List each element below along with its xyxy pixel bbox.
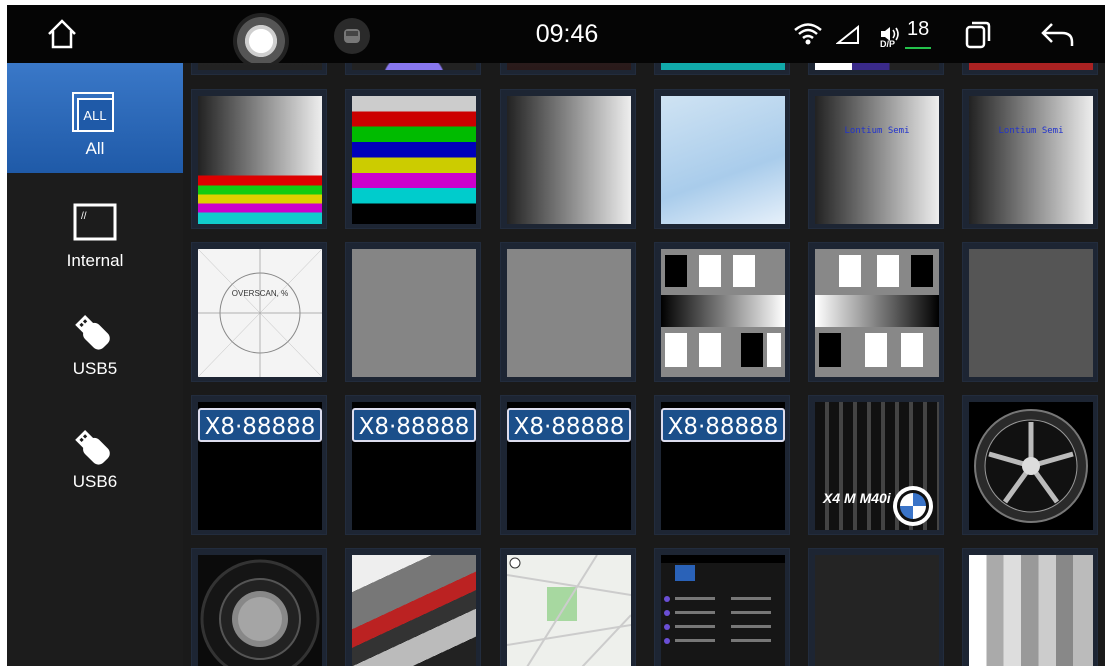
usb-drive-icon [75,315,110,350]
license-plate-image: X8·88888 [661,402,785,530]
clock: 09:46 [535,20,599,48]
dark-pattern-image [815,555,939,666]
image-thumbnail[interactable]: X8·88888 [191,395,327,535]
all-icon: ALL [72,92,114,132]
volume-value: 18 [907,18,930,40]
gray-stripes-image [969,555,1093,666]
image-thumbnail[interactable] [191,89,327,229]
image-thumbnail[interactable] [345,89,481,229]
sidebar-item-label: USB5 [72,359,118,378]
image-thumbnail[interactable] [345,242,481,382]
sidebar-item-label: All [85,139,105,158]
image-thumbnail[interactable] [654,89,790,229]
lontium-pattern-image: Lontium Semi [969,96,1093,224]
gray-image [507,249,631,377]
recent-apps-icon[interactable] [965,21,991,49]
bmw-wallpaper-image: X4 M M40i [815,402,939,530]
internal-storage-icon: // [73,203,117,241]
contrast-pattern-image [661,249,785,377]
image-thumbnail[interactable] [808,242,944,382]
image-thumbnail[interactable] [500,63,636,75]
sidebar-item-all[interactable]: ALL All [7,63,183,173]
image-thumbnail[interactable]: Lontium Semi [962,89,1098,229]
image-thumbnail[interactable]: X8·88888 [654,395,790,535]
usb-drive-icon [75,430,110,465]
image-thumbnail[interactable] [808,548,944,666]
sidebar-item-internal[interactable]: // Internal [7,183,183,293]
image-thumbnail[interactable]: OVERSCAN, % [191,242,327,382]
sidebar-item-usb5[interactable]: USB5 [7,293,183,403]
status-bar: 09:46 D/P 18 [7,5,1105,69]
wifi-icon [794,23,822,45]
dark-gray-image [969,249,1093,377]
car-icon[interactable] [334,18,370,54]
source-sidebar: ALL All // Internal USB5 USB6 [7,63,183,666]
image-thumbnail[interactable] [962,395,1098,535]
contrast-pattern-inverse-image [815,249,939,377]
grayscale-color-bars-image [198,96,322,224]
image-thumbnail[interactable] [962,63,1098,75]
image-thumbnail[interactable] [654,548,790,666]
ui-screenshot-image [661,555,785,666]
image-thumbnail[interactable] [654,242,790,382]
license-plate-image: X8·88888 [507,402,631,530]
speaker-photo-image [198,555,322,666]
map-screenshot-image [507,555,631,666]
image-thumbnail[interactable]: X8·88888 [345,395,481,535]
image-thumbnail[interactable]: X4 M M40i [808,395,944,535]
gray-image [352,249,476,377]
overscan-chart-image: OVERSCAN, % [198,249,322,377]
image-thumbnail[interactable] [191,548,327,666]
svg-text:ALL: ALL [83,108,106,123]
sidebar-item-usb6[interactable]: USB6 [7,408,183,518]
license-plate-image: X8·88888 [352,402,476,530]
image-grid: Lontium Semi Lontium Semi OVERSCAN, % X8… [183,63,1105,666]
back-icon[interactable] [1040,20,1076,50]
sidebar-item-label: USB6 [72,472,118,491]
image-thumbnail[interactable] [500,242,636,382]
volume-indicator-bar [905,47,931,49]
assistant-button[interactable] [233,13,289,69]
image-thumbnail[interactable]: X8·88888 [500,395,636,535]
image-thumbnail[interactable] [962,242,1098,382]
grayscale-ramp-image [507,96,631,224]
image-thumbnail[interactable]: Lontium Semi [808,89,944,229]
home-icon[interactable] [45,17,79,51]
volume-mode-label: D/P [880,39,896,49]
svg-text://: // [81,211,87,222]
engine-photo-image [352,555,476,666]
image-thumbnail[interactable] [345,548,481,666]
image-thumbnail[interactable] [808,63,944,75]
sidebar-item-label: Internal [66,251,124,270]
image-thumbnail[interactable] [500,548,636,666]
wheel-photo-image [969,402,1093,530]
lontium-pattern-image: Lontium Semi [815,96,939,224]
image-thumbnail[interactable] [962,548,1098,666]
image-thumbnail[interactable] [191,63,327,75]
image-thumbnail[interactable] [500,89,636,229]
image-thumbnail[interactable] [345,63,481,75]
cellular-signal-icon [836,25,859,44]
light-blue-gradient-image [661,96,785,224]
image-thumbnail[interactable] [654,63,790,75]
color-bars-image [352,96,476,224]
license-plate-image: X8·88888 [198,402,322,530]
head-unit-screen: 09:46 D/P 18 ALL All // Internal USB5 US… [7,5,1105,666]
